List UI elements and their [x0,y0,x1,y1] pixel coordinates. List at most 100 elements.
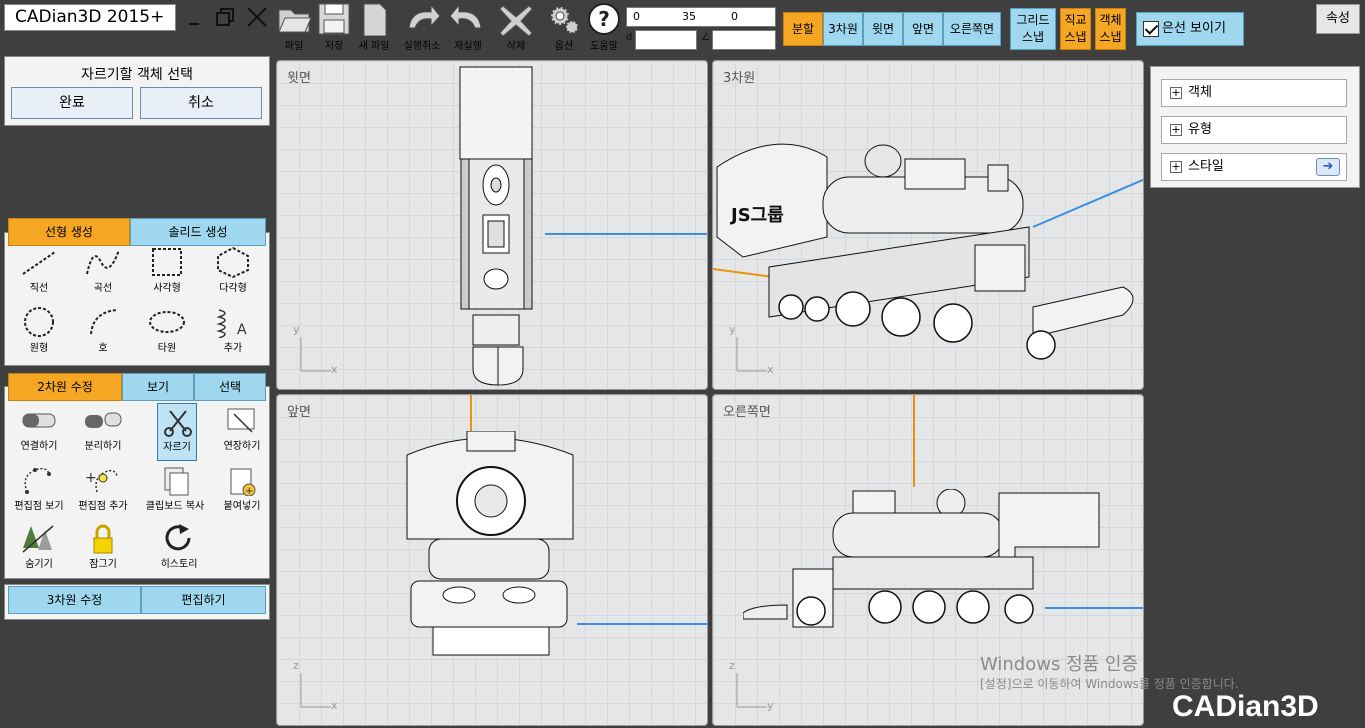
delete-label: 삭제 [506,41,526,52]
tool-history[interactable]: 히스토리 [149,521,209,579]
viewport-front[interactable]: 앞면 z x [276,394,708,726]
tool-add[interactable]: A 추가 [203,303,263,361]
distance-label: d [626,32,633,43]
tab-solid-create[interactable]: 솔리드 생성 [130,218,266,246]
edit-points-icon [24,467,51,494]
ortho-snap-label-2: 스냅 [1064,30,1087,44]
tab-2d-edit[interactable]: 2차원 수정 [8,373,122,401]
tool-extend-label: 연장하기 [223,441,261,452]
new-file-button[interactable]: 새 파일 [350,2,398,54]
expand-icon: + [1170,159,1182,173]
arrow-right-icon[interactable]: ➜ [1316,158,1340,176]
axis-indicator [300,673,331,708]
line-icon [22,251,56,275]
ellipse-icon [149,311,185,333]
tool-circle[interactable]: 원형 [9,303,69,361]
maximize-icon[interactable] [214,6,236,28]
tool-separate[interactable]: 분리하기 [73,403,133,461]
minimize-icon[interactable] [184,6,206,28]
tab-3d-edit[interactable]: 3차원 수정 [8,586,141,614]
tool-circle-label: 원형 [29,343,49,354]
tool-polygon-label: 다각형 [219,283,247,294]
hidden-lines-checkbox[interactable]: 은선 보이기 [1136,12,1244,46]
tool-lock-label: 잠그기 [89,559,117,570]
tool-ellipse[interactable]: 타원 [137,303,197,361]
tool-join[interactable]: 연결하기 [9,403,69,461]
properties-button[interactable]: 속성 [1316,4,1360,34]
coord-x: 0 [633,10,640,23]
brand-logo: CADian3D [1172,690,1319,723]
extend-icon [227,408,255,433]
hidden-lines-label: 은선 보이기 [1162,21,1226,36]
done-button[interactable]: 완료 [11,87,133,119]
undo-label: 실행취소 [403,41,441,52]
tool-join-label: 연결하기 [20,441,58,452]
view-right-button[interactable]: 오른쪽면 [943,12,1001,46]
object-snap-toggle[interactable]: 객체 스냅 [1095,8,1126,50]
tab-view[interactable]: 보기 [122,373,194,401]
accordion-object[interactable]: + 객체 [1161,79,1347,107]
viewport-top[interactable]: 윗면 y x [276,60,708,390]
tool-arc[interactable]: 호 [73,303,133,361]
tool-trim-label: 자르기 [163,442,191,453]
view-3d-button[interactable]: 3차원 [823,12,863,46]
accordion-style[interactable]: + 스타일 ➜ [1161,153,1347,181]
delete-icon [499,5,533,36]
tool-separate-label: 분리하기 [84,441,122,452]
tab-line-create[interactable]: 선형 생성 [8,218,130,246]
object-snap-label-1: 객체 [1099,13,1122,27]
ortho-snap-toggle[interactable]: 직교 스냅 [1060,8,1091,50]
tool-polygon[interactable]: 다각형 [203,243,263,301]
history-icon [165,524,191,551]
undo-button[interactable]: 실행취소 [398,2,446,54]
delete-button[interactable]: 삭제 [492,2,540,54]
help-label: 도움말 [590,41,618,52]
tool-line[interactable]: 직선 [9,243,69,301]
svg-text:?: ? [598,7,610,31]
locomotive-front-view [406,431,574,656]
axis-label-vertical: z [293,659,299,672]
axis-indicator [736,673,767,708]
grid-snap-toggle[interactable]: 그리드 스냅 [1010,8,1056,50]
x-axis-line [577,623,707,625]
redo-button[interactable]: 재실행 [444,2,492,54]
locomotive-3d-view: JS그룹 [713,143,1143,360]
tool-extend[interactable]: 연장하기 [212,403,272,461]
new-file-label: 새 파일 [358,41,390,52]
coord-z: 0 [731,10,738,23]
tool-show-points[interactable]: 편집점 보기 [9,463,69,521]
axis-label-vertical: y [293,323,300,336]
accordion-type[interactable]: + 유형 [1161,116,1347,144]
tab-select[interactable]: 선택 [194,373,266,401]
axis-label-horizontal: y [767,699,774,712]
tool-curve[interactable]: 곡선 [73,243,133,301]
tool-add-point[interactable]: + 편집점 추가 [73,463,133,521]
tool-paste[interactable]: + 붙여넣기 [212,463,272,521]
view-top-button[interactable]: 윗면 [863,12,903,46]
tool-rectangle[interactable]: 사각형 [137,243,197,301]
arc-icon [90,309,118,335]
join-icon [22,413,56,428]
help-button[interactable]: ? 도움말 [580,2,628,54]
locomotive-top-view [459,66,533,386]
cancel-button[interactable]: 취소 [140,87,262,119]
edit-tabs: 2차원 수정 보기 선택 [8,373,266,401]
view-split-button[interactable]: 분할 [783,12,823,46]
distance-input[interactable] [635,30,697,50]
tool-clipboard-copy[interactable]: 클립보드 복사 [145,463,205,521]
tool-hide[interactable]: 숨기기 [9,521,69,579]
close-icon[interactable] [246,6,268,28]
app-title: CADian3D 2015+ [4,4,176,31]
tool-lock[interactable]: 잠그기 [73,521,133,579]
curve-icon [86,249,120,275]
angle-input[interactable] [712,30,776,50]
select-panel-title: 자르기할 객체 선택 [81,67,193,83]
view-front-button[interactable]: 앞면 [903,12,943,46]
viewport-3d[interactable]: 3차원 y x JS그룹 [712,60,1144,390]
activation-watermark-title: Windows 정품 인증 [980,654,1139,675]
tab-editing[interactable]: 편집하기 [141,586,266,614]
tool-paste-label: 붙여넣기 [223,501,261,512]
create-tabs: 선형 생성 솔리드 생성 [8,218,266,246]
coordinate-input[interactable]: 0 35 0 [626,7,776,27]
tool-trim[interactable]: 자르기 [157,403,197,461]
